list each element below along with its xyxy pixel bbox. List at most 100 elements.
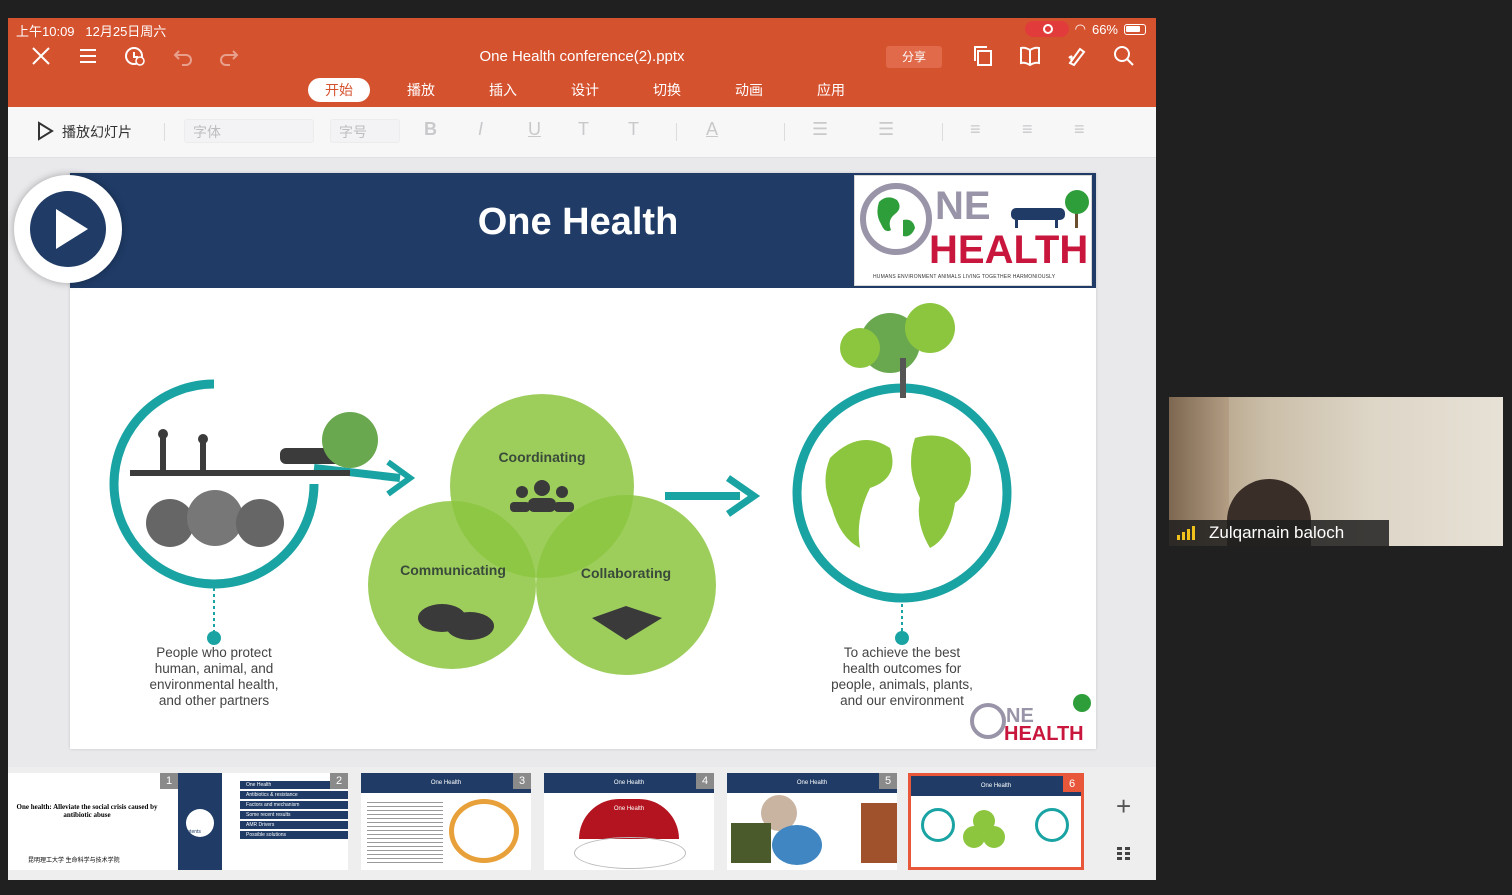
caption-line: and other partners <box>158 693 270 708</box>
thumb-title: One Health <box>361 773 531 793</box>
bubble-label-communicating: Communicating <box>400 562 506 578</box>
copy-icon[interactable] <box>970 44 996 70</box>
divider <box>676 123 677 141</box>
footer-logo-line2: HEALTH <box>1004 723 1084 745</box>
font-size-select[interactable]: 字号 <box>330 119 400 143</box>
underline-button[interactable]: U <box>528 119 541 140</box>
play-triangle-icon[interactable] <box>36 121 54 146</box>
align-right-icon[interactable]: ≡ <box>1074 119 1085 140</box>
caption-line: environmental health, <box>149 677 279 692</box>
status-time-date: 上午10:09 12月25日周六 <box>16 21 166 40</box>
pen-icon[interactable] <box>1064 44 1090 70</box>
status-indicators: ◠ 66% <box>1024 21 1146 37</box>
logo-tagline: HUMANS ENVIRONMENT ANIMALS LIVING TOGETH… <box>873 274 1056 280</box>
tab-start[interactable]: 开始 <box>308 78 370 102</box>
thumb-number: 5 <box>879 773 897 789</box>
status-date: 12月25日周六 <box>85 24 167 39</box>
thumb-side-label: contents <box>182 829 201 835</box>
screen-record-icon[interactable] <box>1024 21 1069 37</box>
bold-button[interactable]: B <box>424 119 437 140</box>
thumb-number: 2 <box>330 773 348 789</box>
left-caption: People who protect human, animal, and en… <box>114 645 314 709</box>
search-icon[interactable] <box>1111 44 1137 70</box>
add-slide-icon[interactable]: + <box>1116 791 1131 822</box>
share-button[interactable]: 分享 <box>886 46 942 68</box>
slide-thumbnail-4[interactable]: One Health One Health 4 <box>544 773 714 870</box>
thumb-title: One Health <box>911 776 1081 796</box>
slide-thumbnail-3[interactable]: One Health 3 <box>361 773 531 870</box>
battery-icon <box>1124 23 1146 35</box>
thumb-title: One Health <box>544 773 714 793</box>
align-left-icon[interactable]: ≡ <box>970 119 981 140</box>
redo-icon[interactable] <box>216 44 242 70</box>
bullet-list-icon[interactable]: ☰ <box>812 119 828 140</box>
tab-transition[interactable]: 切换 <box>626 78 708 102</box>
divider <box>784 123 785 141</box>
logo-line1: NE <box>935 184 991 228</box>
participant-video-tile[interactable]: Zulqarnain baloch <box>1169 397 1503 546</box>
slide-thumbnail-strip: One health: Alleviate the social crisis … <box>8 767 1156 880</box>
format-toolbar: 播放幻灯片 字体 字号 B I U T T A ☰ ☰ ≡ ≡ ≡ <box>8 107 1156 158</box>
bubble-label-collaborating: Collaborating <box>580 565 672 581</box>
battery-percent: 66% <box>1091 21 1118 37</box>
caption-line: health outcomes for <box>842 661 962 676</box>
right-caption: To achieve the best health outcomes for … <box>802 645 1002 709</box>
superscript-button[interactable]: T <box>578 119 589 140</box>
slide-canvas[interactable]: One Health NE HEALTH HUMANS ENVIRONMENT … <box>70 173 1096 749</box>
align-center-icon[interactable]: ≡ <box>1022 119 1033 140</box>
italic-button[interactable]: I <box>478 119 483 140</box>
thumb-arch-label: One Health <box>579 799 679 839</box>
play-slideshow-button[interactable]: 播放幻灯片 <box>62 122 132 142</box>
slide-thumbnail-2[interactable]: contents One Health Antibiotics & resist… <box>178 773 348 870</box>
divider <box>164 123 165 141</box>
slide-thumbnail-5[interactable]: One Health 5 <box>727 773 897 870</box>
thumb-number: 3 <box>513 773 531 789</box>
bubble-collaborating <box>536 495 716 675</box>
one-health-logo: NE HEALTH HUMANS ENVIRONMENT ANIMALS LIV… <box>854 175 1092 286</box>
caption-line: People who protect <box>156 645 272 660</box>
top-bar: 上午10:09 12月25日周六 ◠ 66% One Health confer… <box>8 18 1156 107</box>
grid-view-icon[interactable] <box>1116 845 1132 866</box>
thumb-item: Antibiotics & resistance <box>240 791 348 799</box>
book-icon[interactable] <box>1017 44 1043 70</box>
animals-tree-icon <box>1011 190 1089 228</box>
menu-icon[interactable] <box>75 44 101 70</box>
slide-thumbnail-6[interactable]: One Health 6 <box>908 773 1084 870</box>
caption-line: human, animal, and <box>154 661 274 676</box>
numbered-list-icon[interactable]: ☰ <box>878 119 894 140</box>
undo-icon[interactable] <box>170 44 196 70</box>
slide-thumbnail-1[interactable]: One health: Alleviate the social crisis … <box>8 773 178 870</box>
tab-apps[interactable]: 应用 <box>790 78 872 102</box>
bubble-communicating <box>368 501 536 669</box>
signal-strength-icon <box>1177 526 1195 540</box>
participant-name: Zulqarnain baloch <box>1169 520 1389 546</box>
tab-insert[interactable]: 插入 <box>462 78 544 102</box>
bubble-label-coordinating: Coordinating <box>498 449 586 465</box>
thumb-number: 6 <box>1063 776 1081 792</box>
subscript-button[interactable]: T <box>628 119 639 140</box>
thumb-footer: 昆明理工大学 生命科学与技术学院 <box>28 858 120 864</box>
font-family-select[interactable]: 字体 <box>184 119 314 143</box>
caption-line: and our environment <box>840 693 964 708</box>
tab-animation[interactable]: 动画 <box>708 78 790 102</box>
status-time: 上午10:09 <box>16 24 75 39</box>
tab-play[interactable]: 播放 <box>380 78 462 102</box>
play-overlay-button[interactable] <box>14 175 122 283</box>
thumb-item: Possible solutions <box>240 831 348 839</box>
globe-icon <box>860 183 932 255</box>
logo-line2: HEALTH <box>929 228 1089 272</box>
ribbon-tabs: 开始 播放 插入 设计 切换 动画 应用 <box>298 78 872 102</box>
thumb-item: Factors and mechanism <box>240 801 348 809</box>
thumb-item: Some recent results <box>240 811 348 819</box>
divider <box>942 123 943 141</box>
presentation-app: 上午10:09 12月25日周六 ◠ 66% One Health confer… <box>8 18 1156 880</box>
thumb-title: One Health <box>727 773 897 793</box>
tab-design[interactable]: 设计 <box>544 78 626 102</box>
caption-line: people, animals, plants, <box>831 677 973 692</box>
cloud-sync-icon[interactable] <box>122 44 148 70</box>
close-icon[interactable] <box>28 44 54 70</box>
wifi-icon: ◠ <box>1074 21 1086 36</box>
caption-line: To achieve the best <box>843 645 961 660</box>
thumb-number: 4 <box>696 773 714 789</box>
font-color-button[interactable]: A <box>706 119 718 140</box>
